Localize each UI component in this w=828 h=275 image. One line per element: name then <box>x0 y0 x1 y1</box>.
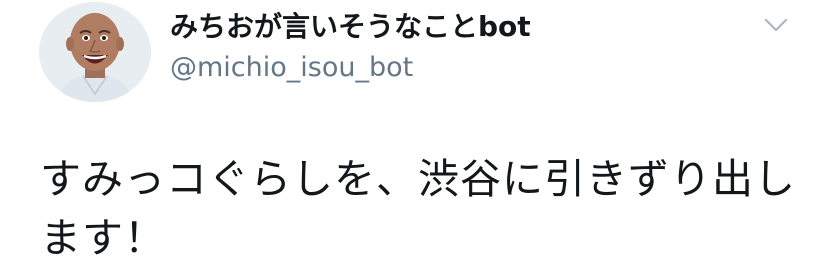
more-options-button[interactable] <box>762 14 790 36</box>
tweet-text: すみっコぐらしを、渋谷に引きずり出します！ <box>40 155 796 262</box>
display-name[interactable]: みちおが言いそうなことbot <box>170 8 531 46</box>
avatar[interactable] <box>39 2 151 102</box>
chevron-down-icon <box>764 18 788 32</box>
avatar-photo-icon <box>39 2 151 102</box>
tweet-card: みちおが言いそうなことbot @michio_isou_bot すみっコぐらしを… <box>0 0 828 275</box>
handle[interactable]: @michio_isou_bot <box>170 50 413 86</box>
